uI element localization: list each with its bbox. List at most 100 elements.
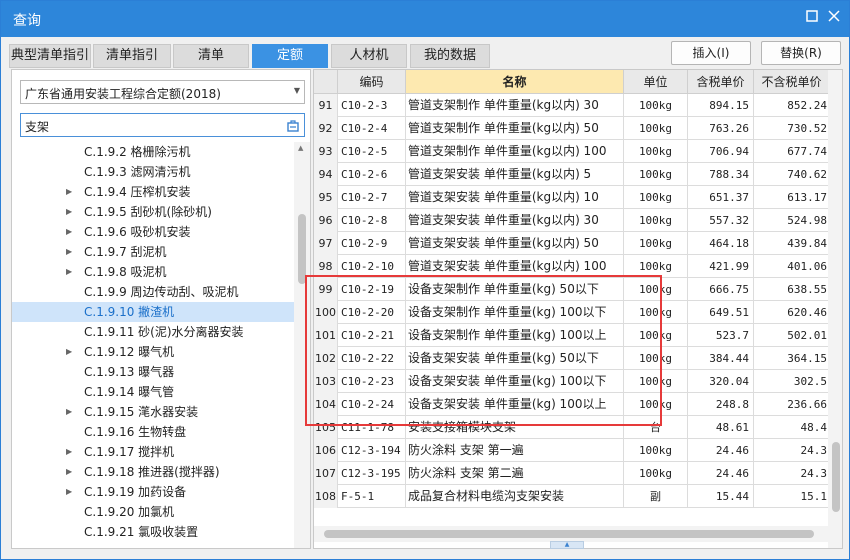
tree-node[interactable]: C.1.9.3 滤网清污机 bbox=[12, 162, 294, 182]
tree-node[interactable]: ▶ C.1.9.7 刮泥机 bbox=[12, 242, 294, 262]
row-number: 93 bbox=[314, 140, 338, 163]
grid-scroll-thumb[interactable] bbox=[832, 442, 840, 512]
search-icon[interactable] bbox=[286, 118, 300, 132]
tab-typical-list-guide[interactable]: 典型清单指引 bbox=[9, 44, 91, 68]
header-tax-price[interactable]: 含税单价 bbox=[688, 70, 754, 94]
cell-name: 防火涂料 支架 第一遍 bbox=[406, 439, 624, 462]
table-row[interactable]: 108 F-5-1 成品复合材料电缆沟支架安装副 15.44 15.1 bbox=[314, 485, 830, 508]
table-row[interactable]: 94 C10-2-6 管道支架安装 单件重量(kg以内) 5 100kg 788.34 7… bbox=[314, 163, 830, 186]
header-unit[interactable]: 单位 bbox=[624, 70, 688, 94]
tree-node[interactable]: C.1.9.21 氯吸收装置 bbox=[12, 522, 294, 542]
expand-arrow-icon[interactable]: ▶ bbox=[66, 342, 72, 362]
table-row[interactable]: 93 C10-2-5 管道支架制作 单件重量(kg以内) 100 100kg 706.9… bbox=[314, 140, 830, 163]
cell-code: C10-2-8 bbox=[338, 209, 406, 232]
tree-node[interactable]: C.1.9.13 曝气器 bbox=[12, 362, 294, 382]
close-icon[interactable] bbox=[825, 9, 843, 27]
table-row[interactable]: 105 C11-1-78 安装支接箱模块支架台 48.61 48.4 bbox=[314, 416, 830, 439]
table-row[interactable]: 102 C10-2-22 设备支架安装 单件重量(kg) 50以下 100kg 384.… bbox=[314, 347, 830, 370]
maximize-icon[interactable] bbox=[803, 9, 821, 27]
expand-arrow-icon[interactable]: ▶ bbox=[66, 462, 72, 482]
row-number: 91 bbox=[314, 94, 338, 117]
grid-vertical-scrollbar[interactable] bbox=[828, 70, 842, 548]
tree-node[interactable]: C.1.9.14 曝气管 bbox=[12, 382, 294, 402]
tree-node[interactable]: C.1.9.20 加氯机 bbox=[12, 502, 294, 522]
table-row[interactable]: 96 C10-2-8 管道支架安装 单件重量(kg以内) 30 100kg 557.32… bbox=[314, 209, 830, 232]
row-number: 100 bbox=[314, 301, 338, 324]
tree-node[interactable]: ▶ C.1.9.4 压榨机安装 bbox=[12, 182, 294, 202]
tree-node-label: C.1.9.18 推进器(搅拌器) bbox=[84, 465, 220, 479]
tree-node-label: C.1.9.2 格栅除污机 bbox=[84, 145, 191, 159]
header-notax-price[interactable]: 不含税单价 bbox=[754, 70, 830, 94]
expand-arrow-icon[interactable]: ▶ bbox=[66, 222, 72, 242]
tree-node-label: C.1.9.16 生物转盘 bbox=[84, 425, 187, 439]
expand-arrow-icon[interactable]: ▶ bbox=[66, 202, 72, 222]
table-row[interactable]: 98 C10-2-10 管道支架安装 单件重量(kg以内) 100 100kg 421.… bbox=[314, 255, 830, 278]
tree-node-label: C.1.9.12 曝气机 bbox=[84, 345, 175, 359]
quota-set-select[interactable]: 广东省通用安装工程综合定额(2018) ▼ bbox=[20, 80, 305, 104]
insert-button[interactable]: 插入(I) bbox=[671, 41, 751, 65]
collapse-panel-handle[interactable]: ▲ bbox=[550, 541, 584, 549]
cell-unit: 100kg bbox=[624, 439, 688, 462]
expand-arrow-icon[interactable]: ▶ bbox=[66, 182, 72, 202]
tree-node-label: C.1.9.13 曝气器 bbox=[84, 365, 175, 379]
cell-name: 管道支架制作 单件重量(kg以内) 100 bbox=[406, 140, 624, 163]
row-number: 105 bbox=[314, 416, 338, 439]
replace-button[interactable]: 替换(R) bbox=[761, 41, 841, 65]
row-number: 107 bbox=[314, 462, 338, 485]
tree-node[interactable]: C.1.9.10 撇渣机 bbox=[12, 302, 294, 322]
tree-node[interactable]: ▶ C.1.9.5 刮砂机(除砂机) bbox=[12, 202, 294, 222]
tree-node[interactable]: C.1.9.2 格栅除污机 bbox=[12, 142, 294, 162]
table-row[interactable]: 95 C10-2-7 管道支架安装 单件重量(kg以内) 10 100kg 651.37… bbox=[314, 186, 830, 209]
tab-quota[interactable]: 定额 bbox=[252, 44, 328, 68]
table-row[interactable]: 101 C10-2-21 设备支架制作 单件重量(kg) 100以上 100kg 523… bbox=[314, 324, 830, 347]
table-row[interactable]: 97 C10-2-9 管道支架安装 单件重量(kg以内) 50 100kg 464.18… bbox=[314, 232, 830, 255]
cell-notax-price: 524.98 bbox=[754, 209, 830, 232]
expand-arrow-icon[interactable]: ▶ bbox=[66, 402, 72, 422]
table-row[interactable]: 99 C10-2-19 设备支架制作 单件重量(kg) 50以下 100kg 666.7… bbox=[314, 278, 830, 301]
table-row[interactable]: 106 C12-3-194 防火涂料 支架 第一遍 100kg 24.46 24.3 bbox=[314, 439, 830, 462]
table-row[interactable]: 100 C10-2-20 设备支架制作 单件重量(kg) 100以下 100kg 649… bbox=[314, 301, 830, 324]
tree-node-label: C.1.9.6 吸砂机安装 bbox=[84, 225, 191, 239]
table-row[interactable]: 92 C10-2-4 管道支架制作 单件重量(kg以内) 50 100kg 763.26… bbox=[314, 117, 830, 140]
tree-node[interactable]: ▶ C.1.9.6 吸砂机安装 bbox=[12, 222, 294, 242]
tree-node[interactable]: C.1.9.11 砂(泥)水分离器安装 bbox=[12, 322, 294, 342]
expand-arrow-icon[interactable]: ▶ bbox=[66, 242, 72, 262]
cell-notax-price: 24.3 bbox=[754, 462, 830, 485]
tab-my-data[interactable]: 我的数据 bbox=[410, 44, 490, 68]
title-bar[interactable]: 查询 bbox=[1, 1, 849, 37]
tree-scrollbar[interactable]: ▲ bbox=[294, 142, 310, 548]
scroll-up-icon[interactable]: ▲ bbox=[298, 144, 303, 152]
search-input[interactable]: 支架 bbox=[20, 113, 305, 137]
tree-node[interactable]: ▶ C.1.9.12 曝气机 bbox=[12, 342, 294, 362]
cell-unit: 100kg bbox=[624, 301, 688, 324]
cell-code: C10-2-24 bbox=[338, 393, 406, 416]
tree-node[interactable]: ▶ C.1.9.17 搅拌机 bbox=[12, 442, 294, 462]
cell-unit: 100kg bbox=[624, 278, 688, 301]
tree-node[interactable]: C.1.9.9 周边传动刮、吸泥机 bbox=[12, 282, 294, 302]
row-number: 99 bbox=[314, 278, 338, 301]
table-row[interactable]: 104 C10-2-24 设备支架安装 单件重量(kg) 100以上 100kg 248… bbox=[314, 393, 830, 416]
cell-unit: 副 bbox=[624, 485, 688, 508]
tab-list-guide[interactable]: 清单指引 bbox=[93, 44, 171, 68]
tree-scroll-thumb[interactable] bbox=[298, 214, 306, 284]
tab-list[interactable]: 清单 bbox=[173, 44, 249, 68]
cell-code: C12-3-194 bbox=[338, 439, 406, 462]
tree-node[interactable]: ▶ C.1.9.19 加药设备 bbox=[12, 482, 294, 502]
table-row[interactable]: 91 C10-2-3 管道支架制作 单件重量(kg以内) 30 100kg 894.15… bbox=[314, 94, 830, 117]
expand-arrow-icon[interactable]: ▶ bbox=[66, 482, 72, 502]
cell-tax-price: 649.51 bbox=[688, 301, 754, 324]
tree-node[interactable]: ▶ C.1.9.18 推进器(搅拌器) bbox=[12, 462, 294, 482]
tab-labor-material-machine[interactable]: 人材机 bbox=[331, 44, 407, 68]
table-row[interactable]: 107 C12-3-195 防火涂料 支架 第二遍 100kg 24.46 24.3 bbox=[314, 462, 830, 485]
header-name[interactable]: 名称 bbox=[406, 70, 624, 94]
expand-arrow-icon[interactable]: ▶ bbox=[66, 442, 72, 462]
tree-node[interactable]: C.1.9.16 生物转盘 bbox=[12, 422, 294, 442]
cell-notax-price: 439.84 bbox=[754, 232, 830, 255]
expand-arrow-icon[interactable]: ▶ bbox=[66, 262, 72, 282]
grid-horizontal-scrollbar[interactable] bbox=[314, 526, 828, 542]
table-row[interactable]: 103 C10-2-23 设备支架安装 单件重量(kg) 100以下 100kg 320… bbox=[314, 370, 830, 393]
header-code[interactable]: 编码 bbox=[338, 70, 406, 94]
tree-node[interactable]: ▶ C.1.9.15 滗水器安装 bbox=[12, 402, 294, 422]
grid-hscroll-thumb[interactable] bbox=[324, 530, 814, 538]
tree-node[interactable]: ▶ C.1.9.8 吸泥机 bbox=[12, 262, 294, 282]
